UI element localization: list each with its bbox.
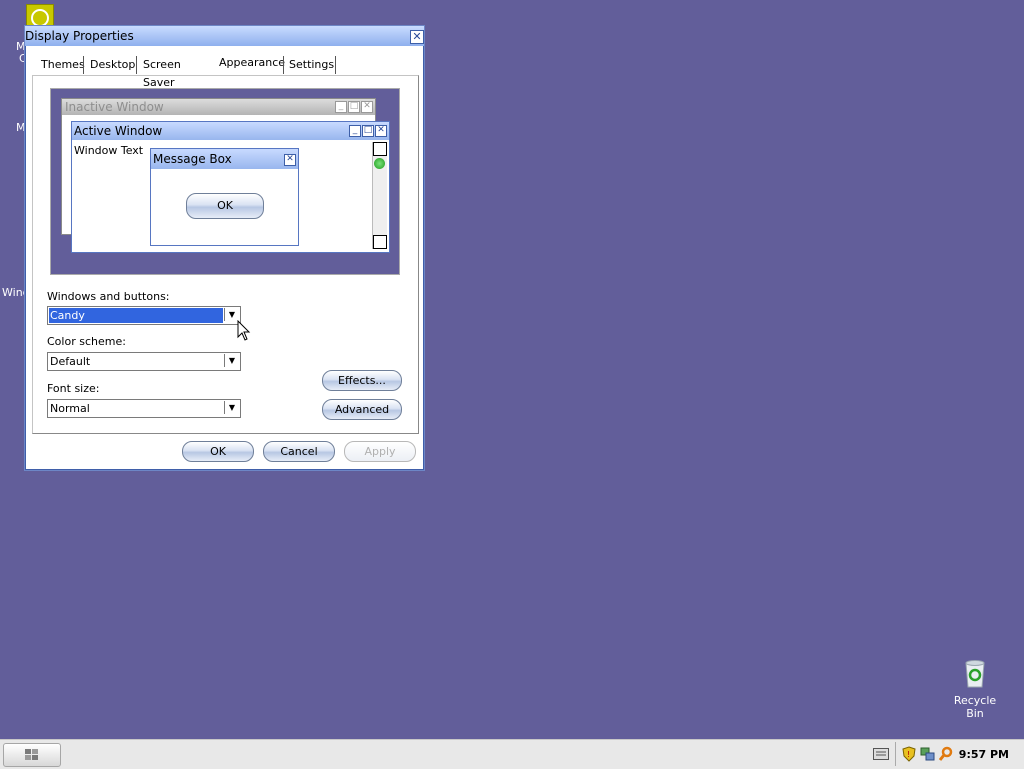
ok-button[interactable]: OK bbox=[182, 441, 254, 462]
network-icon[interactable] bbox=[920, 746, 936, 762]
recycle-bin-desktop-icon[interactable]: Recycle Bin bbox=[946, 657, 1004, 720]
search-icon[interactable] bbox=[938, 746, 954, 762]
tab-desktop[interactable]: Desktop bbox=[86, 56, 139, 74]
tab-divider bbox=[283, 56, 284, 74]
preview-active-window: Active Window _ □ ✕ Window Text Message … bbox=[71, 121, 390, 253]
display-properties-dialog: Display Properties ✕ Themes Desktop Scre… bbox=[24, 25, 425, 471]
chevron-down-icon[interactable]: ▼ bbox=[224, 354, 239, 367]
close-icon: ✕ bbox=[284, 154, 296, 166]
preview-message-box: Message Box ✕ OK bbox=[150, 148, 299, 246]
minimize-icon: _ bbox=[335, 101, 347, 113]
clock[interactable]: 9:57 PM bbox=[959, 748, 1009, 761]
color-scheme-select[interactable]: Default ▼ bbox=[47, 352, 241, 371]
active-window-title: Active Window bbox=[72, 122, 389, 140]
close-icon: ✕ bbox=[361, 101, 373, 113]
window-text: Window Text bbox=[74, 144, 144, 157]
advanced-button[interactable]: Advanced bbox=[322, 399, 402, 420]
tab-divider bbox=[136, 56, 137, 74]
dialog-titlebar[interactable]: Display Properties ✕ bbox=[25, 26, 424, 46]
cancel-button[interactable]: Cancel bbox=[263, 441, 335, 462]
apply-button[interactable]: Apply bbox=[344, 441, 416, 462]
tab-themes[interactable]: Themes bbox=[37, 56, 89, 74]
maximize-icon: □ bbox=[362, 125, 374, 137]
effects-button[interactable]: Effects... bbox=[322, 370, 402, 391]
recycle-bin-icon bbox=[965, 660, 985, 688]
tab-screen-saver[interactable]: Screen Saver bbox=[139, 56, 185, 89]
recycle-bin-label: Recycle Bin bbox=[953, 694, 997, 720]
font-size-value: Normal bbox=[50, 402, 90, 415]
system-tray: ! 9:57 PM bbox=[895, 742, 1023, 766]
windows-logo-icon bbox=[25, 749, 38, 760]
font-size-select[interactable]: Normal ▼ bbox=[47, 399, 241, 418]
minimize-icon: _ bbox=[349, 125, 361, 137]
mouse-cursor-icon bbox=[237, 320, 251, 341]
dialog-title: Display Properties bbox=[25, 29, 134, 43]
message-box-title: Message Box bbox=[151, 149, 298, 169]
windows-and-buttons-select[interactable]: Candy ▼ bbox=[47, 306, 241, 325]
font-size-label: Font size: bbox=[47, 382, 100, 395]
tab-divider bbox=[335, 56, 336, 74]
tab-appearance[interactable]: Appearance bbox=[215, 54, 289, 72]
maximize-icon: □ bbox=[348, 101, 360, 113]
taskbar: ! 9:57 PM bbox=[0, 739, 1024, 769]
chevron-down-icon[interactable]: ▼ bbox=[224, 401, 239, 414]
windows-and-buttons-value: Candy bbox=[49, 308, 223, 323]
color-scheme-label: Color scheme: bbox=[47, 335, 126, 348]
close-icon: ✕ bbox=[412, 30, 422, 43]
close-icon: ✕ bbox=[375, 125, 387, 137]
tab-divider bbox=[83, 56, 84, 74]
preview-scrollbar bbox=[372, 142, 387, 249]
windows-and-buttons-label: Windows and buttons: bbox=[47, 290, 170, 303]
keyboard-icon[interactable] bbox=[873, 748, 889, 760]
scroll-down-icon bbox=[373, 235, 387, 249]
security-shield-icon[interactable]: ! bbox=[902, 746, 916, 762]
inactive-window-title: Inactive Window bbox=[62, 99, 375, 115]
start-button[interactable] bbox=[3, 743, 61, 767]
appearance-preview: Inactive Window _ □ ✕ Active Window _ □ … bbox=[50, 88, 400, 275]
scroll-up-icon bbox=[373, 142, 387, 156]
svg-text:!: ! bbox=[907, 750, 910, 759]
close-button[interactable]: ✕ bbox=[410, 30, 424, 44]
color-scheme-value: Default bbox=[50, 355, 91, 368]
message-box-ok-button: OK bbox=[186, 193, 264, 219]
tab-settings[interactable]: Settings bbox=[285, 56, 338, 74]
scroll-thumb bbox=[374, 158, 385, 169]
